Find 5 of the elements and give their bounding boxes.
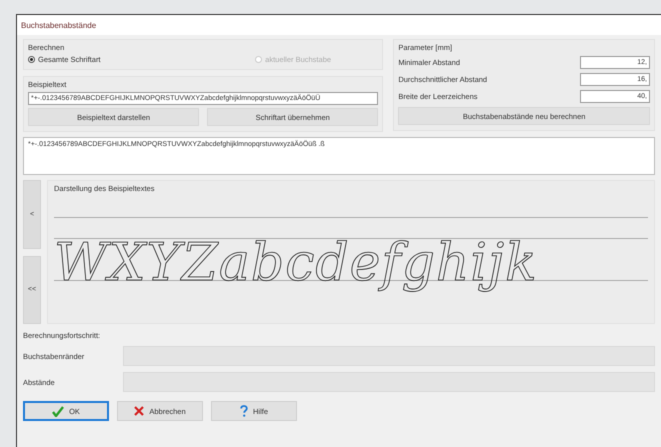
window-title: Buchstabenabstände <box>21 20 96 30</box>
checkmark-icon <box>52 406 64 416</box>
question-mark-icon <box>240 405 248 417</box>
preview-text: WXYZabcdefghijk <box>54 232 538 295</box>
close-icon <box>134 406 144 416</box>
